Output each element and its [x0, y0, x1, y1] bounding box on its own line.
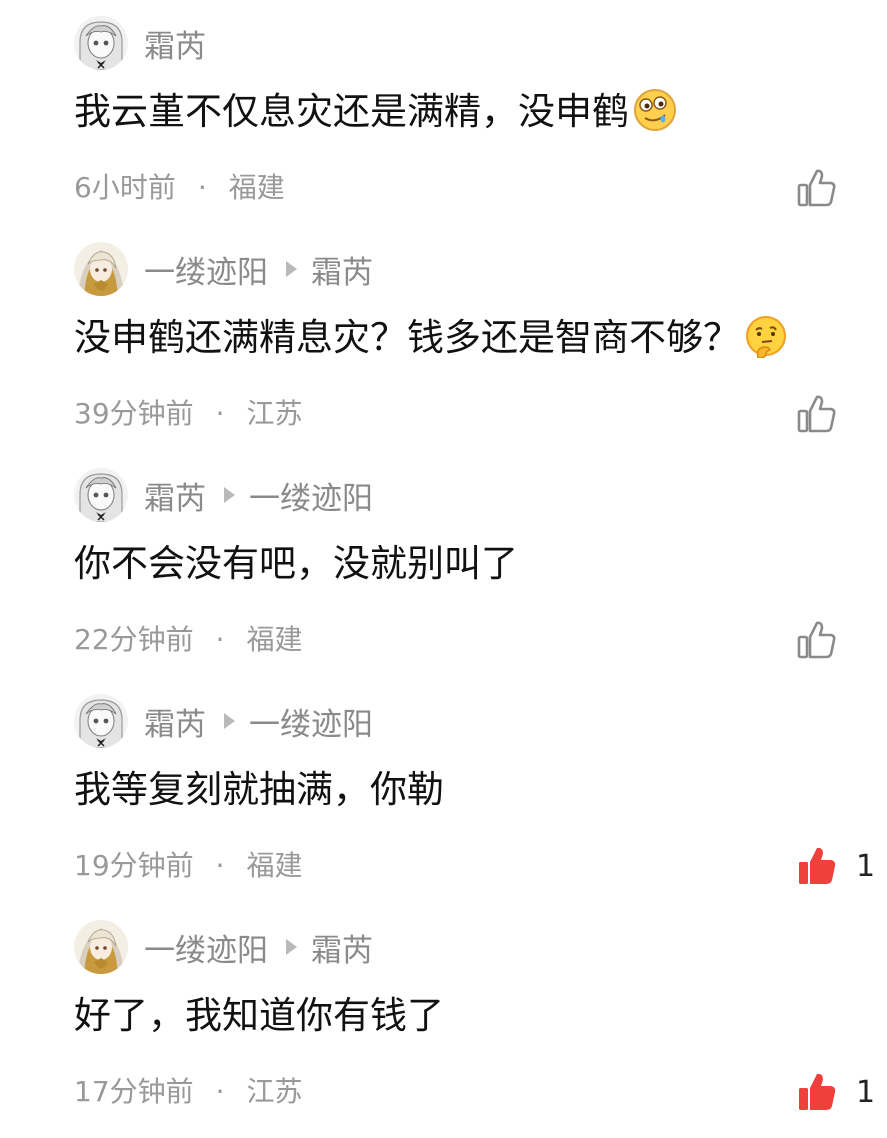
like-button[interactable] [796, 392, 856, 436]
author-name[interactable]: 一缕迹阳 [144, 925, 268, 970]
comment-location: 福建 [228, 171, 285, 204]
comment-item: 霜芮 我云堇不仅息灾还是满精，没申鹤 6小时前 · 福建 [0, 0, 887, 226]
comment-location: 福建 [246, 849, 303, 882]
thumbs-up-filled-icon [799, 1073, 836, 1110]
reply-to-name[interactable]: 一缕迹阳 [249, 473, 373, 518]
comment-meta: 22分钟前 · 福建 [74, 620, 303, 660]
comment-item: 一缕迹阳 霜芮 好了，我知道你有钱了 17分钟前 · 江苏 1 [0, 904, 887, 1130]
like-button[interactable]: 1 [796, 1070, 875, 1114]
comment-time: 6小时前 [74, 171, 176, 204]
author-name[interactable]: 霜芮 [144, 21, 206, 66]
comment-meta: 39分钟前 · 江苏 [74, 394, 303, 434]
author-line: 霜芮 [144, 20, 206, 66]
thumbs-up-icon [797, 169, 836, 207]
author-line: 一缕迹阳 霜芮 [144, 924, 373, 970]
reply-to-name[interactable]: 霜芮 [311, 247, 373, 292]
avatar[interactable] [74, 920, 128, 974]
comment-item: 霜芮 一缕迹阳 我等复刻就抽满，你勒 19分钟前 · 福建 1 [0, 678, 887, 904]
comment-meta: 17分钟前 · 江苏 [74, 1072, 303, 1112]
comment-time: 17分钟前 [74, 1075, 194, 1108]
comment-meta: 6小时前 · 福建 [74, 168, 285, 208]
meta-separator: · [215, 1075, 225, 1108]
avatar[interactable] [74, 468, 128, 522]
comment-time: 39分钟前 [74, 397, 194, 430]
author-name[interactable]: 一缕迹阳 [144, 247, 268, 292]
comment-text: 我云堇不仅息灾还是满精，没申鹤 [74, 84, 677, 148]
thumbs-up-icon [797, 395, 836, 433]
author-line: 霜芮 一缕迹阳 [144, 698, 373, 744]
like-button[interactable]: 1 [796, 844, 875, 888]
author-line: 一缕迹阳 霜芮 [144, 246, 373, 292]
comment-location: 江苏 [246, 397, 303, 430]
comment-item: 霜芮 一缕迹阳 你不会没有吧，没就别叫了 22分钟前 · 福建 [0, 452, 887, 678]
comment-text: 没申鹤还满精息灾？钱多还是智商不够？ [74, 310, 788, 374]
author-name[interactable]: 霜芮 [144, 473, 206, 518]
avatar[interactable] [74, 242, 128, 296]
comment-meta: 19分钟前 · 福建 [74, 846, 303, 886]
meta-separator: · [215, 623, 225, 656]
comment-location: 江苏 [246, 1075, 303, 1108]
meta-separator: · [197, 171, 207, 204]
reply-arrow-icon [224, 487, 235, 503]
reply-to-name[interactable]: 霜芮 [311, 925, 373, 970]
comment-text: 你不会没有吧，没就别叫了 [74, 542, 518, 585]
thumbs-up-filled-icon [799, 847, 836, 884]
reply-arrow-icon [286, 261, 297, 277]
comment-item: 一缕迹阳 霜芮 没申鹤还满精息灾？钱多还是智商不够？ 39分钟前 · 江苏 [0, 226, 887, 452]
reply-to-name[interactable]: 一缕迹阳 [249, 699, 373, 744]
avatar[interactable] [74, 16, 128, 70]
golden-hair-avatar-icon [74, 242, 128, 296]
drooling-face-emoji [633, 88, 677, 148]
comment-time: 22分钟前 [74, 623, 194, 656]
white-hair-girl-avatar-icon [74, 16, 128, 70]
white-hair-girl-avatar-icon [74, 694, 128, 748]
white-hair-girl-avatar-icon [74, 468, 128, 522]
thumbs-up-icon [797, 621, 836, 659]
like-button[interactable] [796, 618, 856, 662]
meta-separator: · [215, 397, 225, 430]
golden-hair-avatar-icon [74, 920, 128, 974]
author-name[interactable]: 霜芮 [144, 699, 206, 744]
like-count: 1 [856, 848, 876, 884]
comment-text: 我等复刻就抽满，你勒 [74, 768, 444, 811]
comment-text: 好了，我知道你有钱了 [74, 994, 444, 1037]
comment-location: 福建 [246, 623, 303, 656]
avatar[interactable] [74, 694, 128, 748]
author-line: 霜芮 一缕迹阳 [144, 472, 373, 518]
comment-time: 19分钟前 [74, 849, 194, 882]
reply-arrow-icon [224, 713, 235, 729]
like-button[interactable] [796, 166, 856, 210]
like-count: 1 [856, 1074, 876, 1110]
reply-arrow-icon [286, 939, 297, 955]
meta-separator: · [215, 849, 225, 882]
thinking-face-emoji [744, 314, 788, 374]
